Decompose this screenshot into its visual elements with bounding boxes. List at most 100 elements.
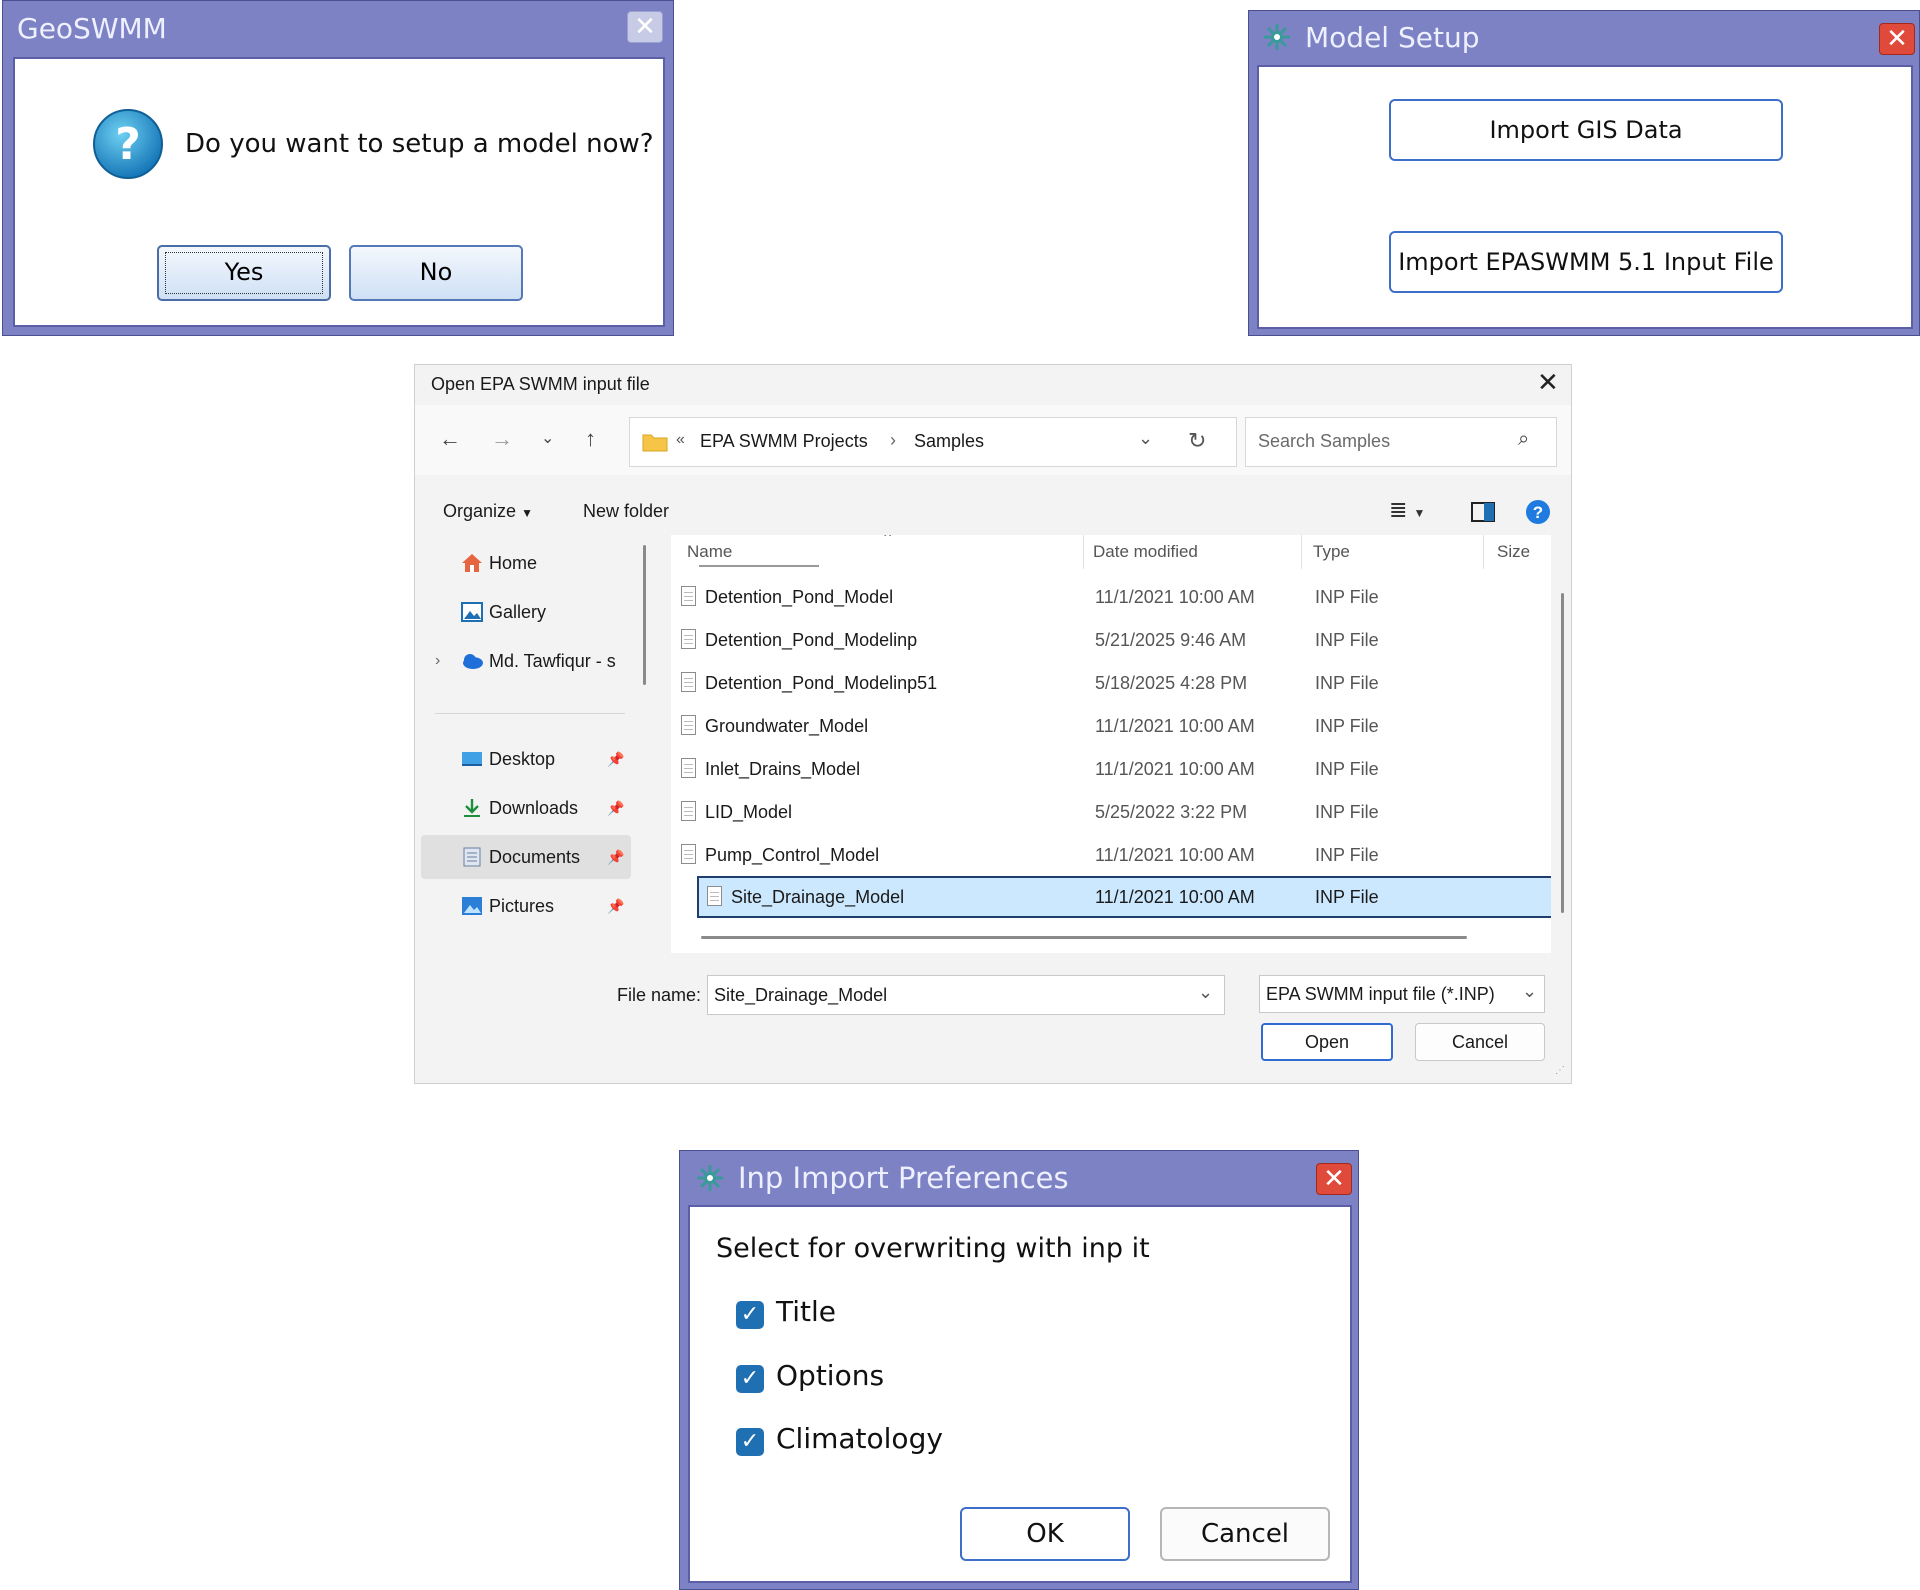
table-row[interactable]: Detention_Pond_Modelinp 5/21/2025 9:46 A… — [671, 619, 1535, 661]
checkbox-checked-icon[interactable]: ✓ — [736, 1428, 764, 1456]
window-title: GeoSWMM — [17, 12, 167, 45]
no-button[interactable]: No — [349, 245, 523, 301]
close-icon[interactable]: ✕ — [1537, 367, 1559, 398]
file-name-value: Site_Drainage_Model — [714, 985, 888, 1005]
breadcrumb-item-samples[interactable]: Samples — [914, 431, 984, 452]
nav-label: Gallery — [489, 602, 547, 622]
column-name[interactable]: Name — [687, 535, 732, 569]
title-bar: Open EPA SWMM input file ✕ — [415, 365, 1571, 405]
dialog-body: Import GIS Data Import EPASWMM 5.1 Input… — [1257, 65, 1913, 329]
back-arrow-icon[interactable]: ← — [439, 425, 461, 453]
chevron-down-icon[interactable]: ⌄ — [1522, 981, 1537, 1002]
file-name-label: File name: — [617, 985, 702, 1005]
expand-chevron-icon[interactable]: › — [435, 639, 440, 683]
chevron-down-icon[interactable]: ⌄ — [1198, 982, 1213, 1003]
nav-scrollbar[interactable] — [643, 545, 646, 685]
search-box[interactable]: Search Samples ⌕ — [1245, 417, 1557, 467]
breadcrumb-separator-icon: › — [890, 430, 896, 450]
refresh-icon[interactable]: ↻ — [1188, 428, 1206, 454]
preview-pane-icon[interactable] — [1471, 502, 1495, 522]
list-scrollbar-thumb[interactable] — [1561, 593, 1564, 913]
nav-item-home[interactable]: Home — [415, 541, 635, 585]
checkbox-title[interactable]: ✓ Title — [736, 1295, 1036, 1335]
pictures-icon — [462, 897, 482, 915]
file-type: INP File — [1315, 673, 1379, 693]
onedrive-icon — [463, 654, 483, 669]
column-divider — [1083, 535, 1084, 569]
checkbox-climatology[interactable]: ✓ Climatology — [736, 1422, 1036, 1462]
table-row[interactable]: Inlet_Drains_Model 11/1/2021 10:00 AM IN… — [671, 748, 1535, 790]
close-button[interactable]: ✕ — [627, 11, 663, 43]
column-header-row: Name ⌃ Date modified Type Size — [671, 535, 1551, 569]
nav-item-downloads[interactable]: Downloads 📌 — [415, 786, 635, 830]
file-name-field[interactable]: Site_Drainage_Model ⌄ — [707, 975, 1225, 1015]
breadcrumb-item-projects[interactable]: EPA SWMM Projects — [700, 431, 868, 452]
cancel-button[interactable]: Cancel — [1160, 1507, 1330, 1561]
file-icon — [681, 844, 696, 864]
table-row[interactable]: Detention_Pond_Model 11/1/2021 10:00 AM … — [671, 576, 1535, 618]
file-name: Site_Drainage_Model — [731, 887, 905, 907]
table-row[interactable]: Groundwater_Model 11/1/2021 10:00 AM INP… — [671, 705, 1535, 747]
address-dropdown-icon[interactable]: ⌄ — [1138, 428, 1153, 449]
message-text: Do you want to setup a model now? — [185, 129, 654, 159]
checkbox-options[interactable]: ✓ Options — [736, 1359, 1036, 1399]
nav-label: Home — [489, 553, 538, 573]
yes-button[interactable]: Yes — [157, 245, 331, 301]
resize-grip-icon[interactable]: ⋰ — [1555, 1065, 1565, 1076]
file-type-select[interactable]: EPA SWMM input file (*.INP) ⌄ — [1259, 975, 1545, 1013]
up-arrow-icon[interactable]: ↑ — [585, 425, 596, 453]
table-row[interactable]: Pump_Control_Model 11/1/2021 10:00 AM IN… — [671, 834, 1535, 876]
ok-button[interactable]: OK — [960, 1507, 1130, 1561]
import-inp-button[interactable]: Import EPASWMM 5.1 Input File — [1389, 231, 1783, 293]
window-title: Model Setup — [1305, 21, 1480, 54]
close-button[interactable]: ✕ — [1879, 23, 1915, 55]
table-row[interactable]: LID_Model 5/25/2022 3:22 PM INP File — [671, 791, 1535, 833]
app-icon — [697, 1165, 723, 1191]
title-bar: GeoSWMM ✕ — [3, 1, 673, 57]
file-name: Pump_Control_Model — [705, 845, 880, 865]
view-menu-icon[interactable]: ≣ ▼ — [1389, 497, 1425, 523]
nav-item-onedrive[interactable]: › Md. Tawfiqur - s — [415, 639, 635, 683]
open-label: Open — [1304, 1032, 1350, 1052]
table-row-selected[interactable]: Site_Drainage_Model 11/1/2021 10:00 AM I… — [697, 876, 1551, 918]
nav-item-gallery[interactable]: Gallery — [415, 590, 635, 634]
question-icon: ? — [93, 109, 163, 179]
forward-arrow-icon[interactable]: → — [491, 425, 513, 453]
new-folder-button[interactable]: New folder — [583, 501, 669, 522]
file-date: 11/1/2021 10:00 AM — [1095, 759, 1255, 779]
close-button[interactable]: ✕ — [1316, 1163, 1352, 1195]
organize-label: Organize — [443, 501, 517, 521]
window-title: Open EPA SWMM input file — [431, 374, 650, 394]
import-gis-button[interactable]: Import GIS Data — [1389, 99, 1783, 161]
recent-chevron-icon[interactable]: ⌄ — [541, 425, 554, 453]
open-button[interactable]: Open — [1261, 1023, 1393, 1061]
cancel-button[interactable]: Cancel — [1415, 1023, 1545, 1061]
file-date: 11/1/2021 10:00 AM — [1095, 716, 1255, 736]
checkbox-checked-icon[interactable]: ✓ — [736, 1301, 764, 1329]
help-icon[interactable]: ? — [1525, 499, 1551, 525]
table-row[interactable]: Detention_Pond_Modelinp51 5/18/2025 4:28… — [671, 662, 1535, 704]
address-bar[interactable]: « EPA SWMM Projects › Samples ⌄ ↻ — [629, 417, 1237, 467]
organize-button[interactable]: Organize ▼ — [443, 501, 533, 522]
column-size[interactable]: Size — [1497, 535, 1530, 569]
file-icon — [681, 715, 696, 735]
file-name: Inlet_Drains_Model — [705, 759, 861, 779]
file-name: Detention_Pond_Model — [705, 587, 894, 607]
nav-item-desktop[interactable]: Desktop 📌 — [415, 737, 635, 781]
file-date: 5/25/2022 3:22 PM — [1095, 802, 1248, 822]
file-icon — [681, 629, 696, 649]
horizontal-scrollbar[interactable] — [701, 936, 1467, 939]
file-icon — [707, 886, 722, 906]
nav-item-pictures[interactable]: Pictures 📌 — [415, 884, 635, 928]
window-title: Inp Import Preferences — [738, 1161, 1069, 1195]
svg-text:?: ? — [1533, 503, 1543, 522]
column-type[interactable]: Type — [1313, 535, 1350, 569]
search-input[interactable]: Search Samples — [1258, 431, 1390, 452]
file-icon — [681, 758, 696, 778]
nav-item-documents[interactable]: Documents 📌 — [421, 835, 631, 879]
checkbox-checked-icon[interactable]: ✓ — [736, 1365, 764, 1393]
svg-text:?: ? — [115, 119, 141, 170]
column-divider — [1301, 535, 1302, 569]
focus-ring — [165, 252, 323, 294]
column-date[interactable]: Date modified — [1093, 535, 1198, 569]
